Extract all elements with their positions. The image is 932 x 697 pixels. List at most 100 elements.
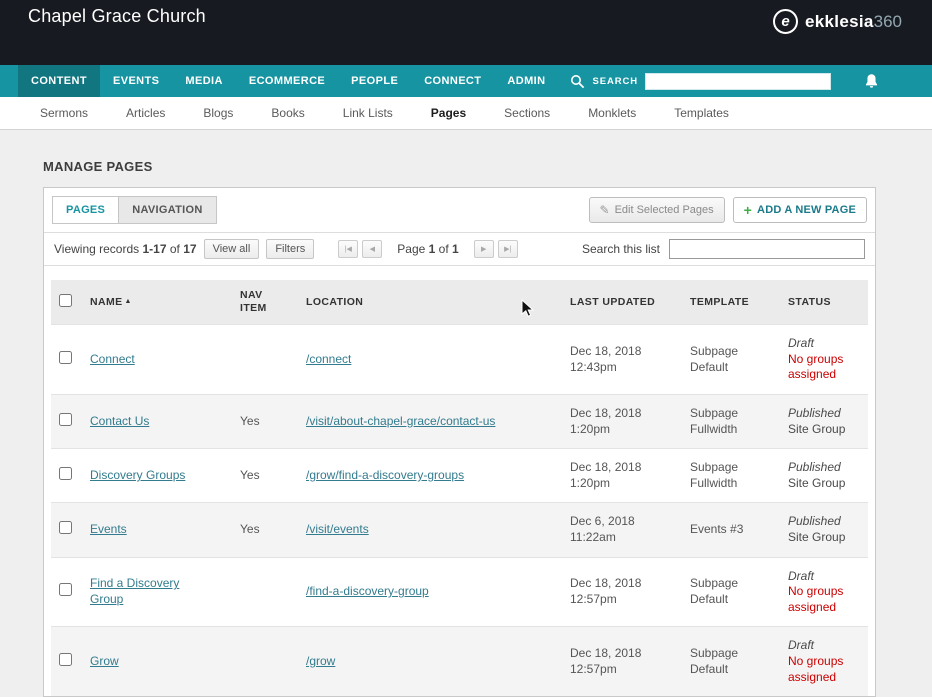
page-location-link[interactable]: /grow (306, 654, 335, 668)
row-checkbox[interactable] (59, 412, 72, 426)
pages-table: NAME ▲ NAV ITEM LOCATION LAST UPDATED TEM… (51, 280, 868, 697)
page-name-link[interactable]: Find a Discovery Group (90, 576, 190, 607)
pages-card: PAGES NAVIGATION ✎ Edit Selected Pages +… (43, 187, 876, 697)
screen: { "header": { "site_title": "Chapel Grac… (0, 0, 932, 697)
table-row: Discovery Groups Yes /grow/find-a-discov… (51, 448, 868, 503)
list-search-label: Search this list (581, 242, 660, 256)
page-location-link[interactable]: /visit/about-chapel-grace/contact-us (306, 414, 495, 428)
page-name-link[interactable]: Events (90, 522, 127, 536)
status-cell: Published Site Group (783, 448, 868, 503)
card-head: PAGES NAVIGATION ✎ Edit Selected Pages +… (44, 188, 875, 224)
page-title: MANAGE PAGES (43, 159, 153, 174)
column-header-nav-item[interactable]: NAV ITEM (235, 280, 301, 325)
subnav-item-articles[interactable]: Articles (126, 106, 165, 120)
filters-button[interactable]: Filters (266, 239, 315, 259)
head-actions: ✎ Edit Selected Pages + ADD A NEW PAGE (588, 197, 867, 223)
page-name-link[interactable]: Connect (90, 352, 135, 366)
table-row: Events Yes /visit/events Dec 6, 2018 11:2… (51, 502, 868, 558)
table-row: Find a Discovery Group /find-a-discovery… (51, 556, 868, 627)
last-updated-cell: Dec 18, 2018 1:20pm (565, 448, 685, 503)
column-header-name[interactable]: NAME ▲ (85, 280, 235, 325)
page-location-link[interactable]: /grow/find-a-discovery-groups (306, 468, 464, 482)
row-checkbox[interactable] (59, 583, 72, 597)
previous-page-button[interactable]: ◀ (362, 240, 383, 258)
content-subnav: Sermons Articles Blogs Books Link Lists … (0, 97, 932, 130)
subnav-item-sections[interactable]: Sections (504, 106, 550, 120)
row-checkbox[interactable] (59, 521, 72, 535)
status-cell: Draft No groups assigned (783, 324, 868, 395)
plus-icon: + (743, 202, 753, 218)
select-all-checkbox[interactable] (59, 294, 72, 308)
pages-table-wrap: NAME ▲ NAV ITEM LOCATION LAST UPDATED TEM… (44, 266, 875, 697)
table-row: Grow /grow Dec 18, 2018 12:57pm Subpage De… (51, 626, 868, 697)
tab-navigation[interactable]: NAVIGATION (118, 196, 217, 224)
ekklesia-logo-icon: e (773, 9, 799, 34)
main-nav-item-people[interactable]: PEOPLE (338, 65, 411, 97)
template-cell: Subpage Default (685, 556, 783, 627)
add-new-page-button[interactable]: + ADD A NEW PAGE (732, 197, 867, 223)
main-nav: CONTENT EVENTS MEDIA ECOMMERCE PEOPLE CO… (0, 65, 932, 97)
search-label: SEARCH (592, 75, 638, 87)
main-nav-item-admin[interactable]: ADMIN (494, 65, 558, 97)
template-cell: Subpage Default (685, 324, 783, 395)
viewing-records-text: Viewing records 1-17 of 17 (54, 242, 197, 256)
template-cell: Events #3 (685, 502, 783, 558)
edit-selected-label: Edit Selected Pages (614, 204, 714, 216)
page-name-link[interactable]: Contact Us (90, 414, 149, 428)
list-search-input[interactable] (669, 239, 865, 259)
nav-item-cell: Yes (235, 394, 301, 449)
main-nav-item-content[interactable]: CONTENT (18, 65, 100, 97)
card-tabs: PAGES NAVIGATION (52, 196, 217, 224)
main-nav-item-connect[interactable]: CONNECT (411, 65, 494, 97)
row-checkbox[interactable] (59, 350, 72, 364)
page-location-link[interactable]: /find-a-discovery-group (306, 584, 429, 598)
tab-pages[interactable]: PAGES (52, 196, 120, 224)
brand-suffix: 360 (873, 11, 902, 31)
select-all-cell (51, 280, 85, 325)
template-cell: Subpage Fullwidth (685, 394, 783, 449)
page-location-link[interactable]: /connect (306, 352, 351, 366)
search-icon[interactable] (570, 74, 585, 89)
last-updated-cell: Dec 18, 2018 1:20pm (565, 394, 685, 449)
status-cell: Draft No groups assigned (783, 556, 868, 627)
page-location-link[interactable]: /visit/events (306, 522, 369, 536)
last-page-button[interactable]: ▶| (497, 240, 518, 258)
pagination: |◀ ◀ Page 1 of 1 ▶ ▶| (338, 240, 518, 258)
template-cell: Subpage Fullwidth (685, 448, 783, 503)
brand-name: ekklesia (805, 11, 874, 31)
notifications-bell-icon[interactable] (863, 65, 880, 97)
list-search: Search this list (582, 239, 865, 259)
subnav-item-sermons[interactable]: Sermons (40, 106, 88, 120)
column-header-location[interactable]: LOCATION (301, 280, 565, 325)
last-updated-cell: Dec 18, 2018 12:43pm (565, 324, 685, 395)
global-search-input[interactable] (644, 72, 831, 90)
column-header-last-updated[interactable]: LAST UPDATED (565, 280, 685, 325)
status-cell: Draft No groups assigned (783, 626, 868, 697)
column-header-status[interactable]: STATUS (783, 280, 868, 325)
subnav-item-link-lists[interactable]: Link Lists (343, 106, 393, 120)
subnav-item-monklets[interactable]: Monklets (588, 106, 636, 120)
row-checkbox[interactable] (59, 467, 72, 481)
add-new-label: ADD A NEW PAGE (757, 204, 856, 216)
subnav-item-pages[interactable]: Pages (431, 106, 466, 120)
nav-item-cell: Yes (235, 448, 301, 503)
view-all-button[interactable]: View all (203, 239, 260, 259)
page-name-link[interactable]: Discovery Groups (90, 468, 185, 482)
subnav-item-templates[interactable]: Templates (674, 106, 729, 120)
last-updated-cell: Dec 6, 2018 11:22am (565, 502, 685, 558)
column-header-template[interactable]: TEMPLATE (685, 280, 783, 325)
row-checkbox[interactable] (59, 652, 72, 666)
subnav-item-blogs[interactable]: Blogs (203, 106, 233, 120)
first-page-button[interactable]: |◀ (338, 240, 359, 258)
status-cell: Published Site Group (783, 394, 868, 449)
edit-selected-pages-button[interactable]: ✎ Edit Selected Pages (588, 197, 725, 223)
next-page-button[interactable]: ▶ (473, 240, 494, 258)
main-nav-item-ecommerce[interactable]: ECOMMERCE (236, 65, 338, 97)
status-cell: Published Site Group (783, 502, 868, 558)
main-nav-item-events[interactable]: EVENTS (100, 65, 172, 97)
subnav-item-books[interactable]: Books (271, 106, 304, 120)
page-name-link[interactable]: Grow (90, 654, 119, 668)
main-nav-item-media[interactable]: MEDIA (172, 65, 235, 97)
last-updated-cell: Dec 18, 2018 12:57pm (565, 556, 685, 627)
nav-item-cell (235, 324, 301, 395)
